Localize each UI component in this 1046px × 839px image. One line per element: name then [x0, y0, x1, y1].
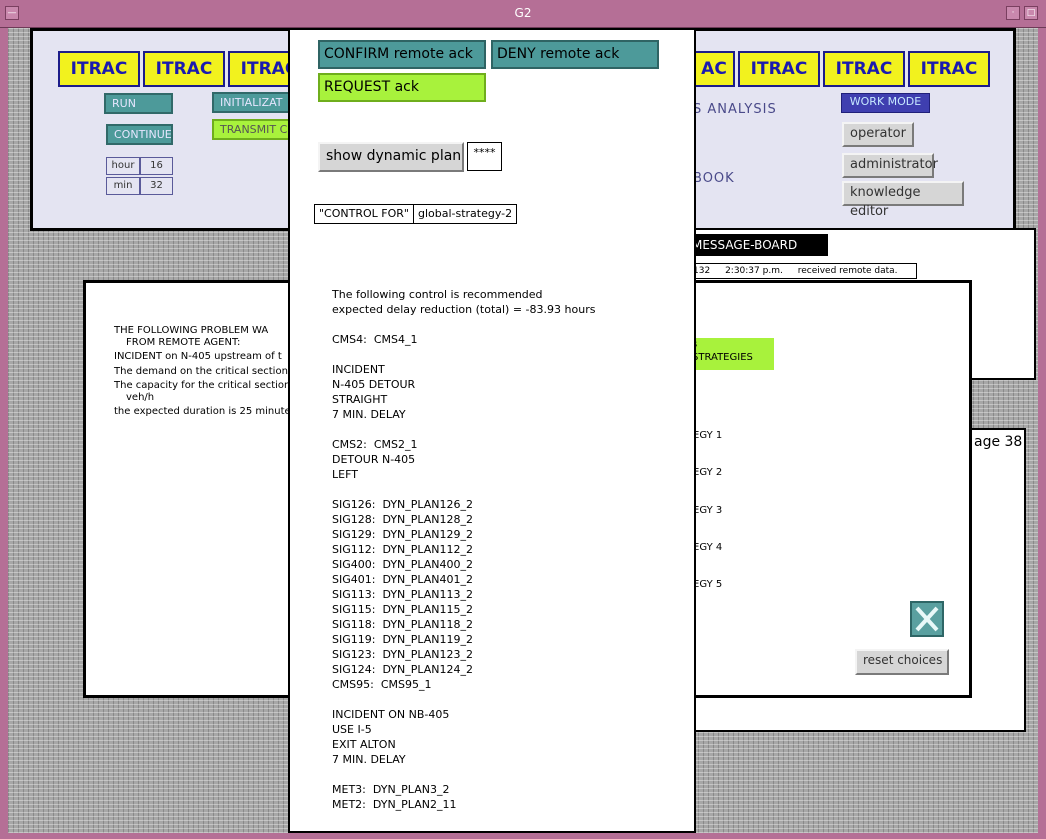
reset-choices-button[interactable]: reset choices	[855, 649, 949, 675]
message-text: received remote data.	[797, 266, 898, 276]
strategies-header-title: STRATEGIES	[692, 352, 753, 363]
knowledge-editor-button[interactable]: knowledge editor	[842, 181, 964, 219]
deny-remote-ack-button[interactable]: DENY remote ack	[491, 40, 659, 69]
problem-line: FROM REMOTE AGENT:	[126, 337, 241, 348]
control-for-table: "CONTROL FOR" global-strategy-2	[314, 204, 518, 224]
strategies-header-line: s	[692, 338, 774, 351]
continue-button[interactable]: CONTINUE	[106, 124, 173, 145]
problem-line: INCIDENT on N-405 upstream of t	[114, 351, 282, 362]
strategy-item[interactable]: EGY 3	[693, 505, 722, 516]
window-frame-right	[1038, 28, 1046, 839]
operator-button[interactable]: operator	[842, 122, 914, 147]
message-board-title: MESSAGE-BOARD	[690, 234, 828, 256]
control-for-value[interactable]: global-strategy-2	[414, 205, 516, 223]
min-label: min	[106, 177, 140, 195]
problem-line: The demand on the critical section	[114, 366, 288, 377]
problem-line: THE FOLLOWING PROBLEM WA	[114, 325, 269, 336]
strategy-item[interactable]: EGY 4	[693, 542, 722, 553]
administrator-button[interactable]: administrator	[842, 153, 938, 178]
message-time: 2:30:37 p.m.	[725, 266, 783, 276]
min-field[interactable]: 32	[140, 177, 173, 195]
control-for-label: "CONTROL FOR"	[315, 205, 414, 223]
remote-ack-dialog: CONFIRM remote ack DENY remote ack REQUE…	[288, 28, 696, 833]
request-ack-button[interactable]: REQUEST ack	[318, 73, 486, 102]
transmit-button[interactable]: TRANSMIT C	[212, 119, 292, 140]
itrac-button[interactable]: ITRAC	[908, 51, 990, 87]
initialize-button[interactable]: INITIALIZAT	[212, 92, 292, 113]
close-icon[interactable]	[910, 601, 944, 637]
itrac-button[interactable]: ITRAC	[143, 51, 225, 87]
problem-panel: THE FOLLOWING PROBLEM WA FROM REMOTE AGE…	[83, 280, 293, 698]
problem-line: veh/h	[126, 392, 155, 403]
window-frame-bottom	[0, 833, 1046, 839]
plan-stars-field[interactable]: ****	[467, 142, 502, 171]
book-label[interactable]: BOOK	[693, 171, 735, 186]
itrac-button[interactable]: ITRAC	[738, 51, 820, 87]
itrac-button[interactable]: ITRAC	[58, 51, 140, 87]
itrac-button[interactable]: ITRAC	[823, 51, 905, 87]
hour-field[interactable]: 16	[140, 157, 173, 175]
message-entry[interactable]: 132 2:30:37 p.m. received remote data.	[690, 263, 917, 279]
strategy-item[interactable]: EGY 2	[693, 467, 722, 478]
confirm-remote-ack-button[interactable]: CONFIRM remote ack	[318, 40, 486, 69]
recommendation-text: The following control is recommended exp…	[332, 288, 596, 811]
strategy-item[interactable]: EGY 1	[693, 430, 722, 441]
strategies-header: s STRATEGIES	[690, 338, 774, 370]
window-frame-left	[0, 28, 8, 839]
show-dynamic-plan-button[interactable]: show dynamic plan	[318, 142, 464, 172]
window-title: G2	[514, 6, 532, 20]
maximize-icon[interactable]: □	[1024, 6, 1038, 20]
hour-label: hour	[106, 157, 140, 175]
work-mode-label: WORK MODE	[841, 93, 930, 113]
minimize-icon[interactable]: ·	[1006, 6, 1020, 20]
page-label: age 38	[974, 434, 1023, 450]
strategy-item[interactable]: EGY 5	[693, 579, 722, 590]
analysis-label[interactable]: S ANALYSIS	[693, 102, 777, 117]
itrac-button[interactable]: AC	[693, 51, 735, 87]
problem-line: the expected duration is 25 minute	[114, 406, 291, 417]
window-titlebar[interactable]: — G2 · □	[0, 0, 1046, 28]
run-button[interactable]: RUN	[104, 93, 173, 114]
problem-line: The capacity for the critical section	[114, 380, 291, 391]
